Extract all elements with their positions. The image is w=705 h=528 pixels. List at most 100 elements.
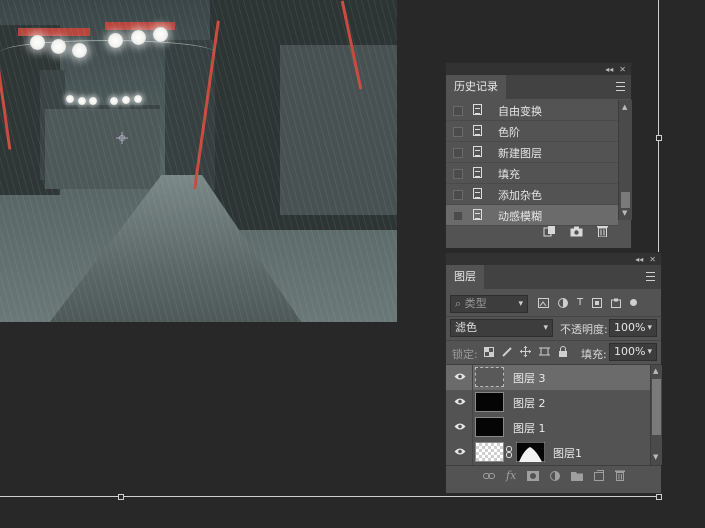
fill-state-icon (473, 167, 482, 178)
history-snapshot-checkbox[interactable] (453, 148, 463, 158)
scroll-up-icon[interactable]: ▲ (653, 367, 658, 375)
opacity-label: 不透明度: (560, 323, 608, 336)
camera-icon[interactable] (570, 226, 583, 237)
history-snapshot-checkbox[interactable] (453, 211, 463, 221)
layer-thumbnail (475, 392, 504, 412)
history-scrollbar[interactable]: ▲ ▼ (618, 100, 632, 220)
visibility-eye-icon[interactable] (454, 372, 466, 381)
layer-row[interactable]: 图层1 (446, 440, 651, 466)
history-item-label: 色阶 (498, 126, 520, 139)
history-item[interactable]: 添加杂色 (446, 184, 618, 205)
layer-name[interactable]: 图层 3 (513, 370, 546, 386)
history-item-label: 新建图层 (498, 147, 542, 160)
panel-menu-icon[interactable] (646, 272, 655, 281)
layer-name[interactable]: 图层 2 (513, 395, 546, 411)
folder-icon[interactable] (571, 471, 584, 481)
canvas-image[interactable] (0, 0, 397, 322)
scroll-up-icon[interactable]: ▲ (622, 103, 627, 111)
panel-menu-icon[interactable] (616, 82, 625, 91)
trash-icon[interactable] (597, 225, 608, 237)
filter-pixel-icon[interactable] (538, 297, 549, 308)
layer-thumbnail (475, 367, 504, 387)
history-state-icon (473, 104, 482, 115)
scroll-down-icon[interactable]: ▼ (622, 209, 627, 217)
layers-footer: fx (483, 469, 626, 482)
history-snapshot-checkbox[interactable] (453, 106, 463, 116)
lock-all-icon[interactable] (558, 346, 568, 357)
history-item-selected[interactable]: 动感模糊 (446, 205, 618, 226)
layer-row[interactable]: 图层 2 (446, 390, 651, 416)
layer-row[interactable]: 图层 1 (446, 415, 651, 441)
visibility-eye-icon[interactable] (454, 447, 466, 456)
mask-link-icon[interactable] (505, 446, 513, 458)
add-mask-icon[interactable] (527, 470, 540, 481)
layer-name[interactable]: 图层 1 (513, 420, 546, 436)
adjustment-layer-icon[interactable] (550, 470, 561, 481)
chevron-down-icon: ▾ (518, 299, 523, 309)
close-icon[interactable]: ✕ (619, 65, 626, 74)
visibility-eye-icon[interactable] (454, 422, 466, 431)
chevron-down-icon: ▾ (647, 323, 652, 333)
layers-panel-topbar: ◂◂ ✕ (446, 253, 661, 265)
lock-position-icon[interactable] (520, 346, 531, 357)
history-item-label: 添加杂色 (498, 189, 542, 202)
filter-shape-icon[interactable] (592, 297, 603, 308)
layers-tabbar: 图层 (446, 265, 661, 289)
tab-history[interactable]: 历史记录 (446, 75, 506, 99)
history-item-label: 填充 (498, 168, 520, 181)
history-panel-topbar: ◂◂ ✕ (446, 63, 631, 75)
layer-thumbnail (475, 417, 504, 437)
rain-overlay (0, 0, 397, 322)
transform-handle-bottom[interactable] (118, 494, 124, 500)
visibility-eye-icon[interactable] (454, 397, 466, 406)
filter-kind-label: 类型 (464, 297, 487, 310)
transform-bound-bottom (0, 496, 659, 497)
layers-scroll-thumb[interactable] (652, 379, 661, 435)
filter-smart-object-icon[interactable] (611, 298, 622, 308)
history-snapshot-checkbox[interactable] (453, 190, 463, 200)
chevron-down-icon: ▾ (543, 323, 548, 333)
lock-image-pixels-icon[interactable] (502, 346, 512, 357)
layer-row-selected[interactable]: 图层 3 (446, 365, 651, 391)
layer-thumbnail (475, 442, 504, 462)
transform-handle-right[interactable] (656, 135, 662, 141)
crosshair-icon (116, 132, 128, 144)
layer-mask-thumbnail[interactable] (516, 442, 545, 462)
history-state-icon (473, 209, 482, 220)
new-layer-icon[interactable] (594, 470, 605, 481)
lock-transparent-pixels-icon[interactable] (484, 346, 494, 357)
filter-type-icon[interactable]: T (577, 297, 583, 308)
history-footer (543, 225, 608, 237)
history-item[interactable]: 新建图层 (446, 142, 618, 163)
history-list: 自由变换 色阶 新建图层 填充 添加杂色 动感模糊 (446, 100, 618, 226)
history-snapshot-checkbox[interactable] (453, 127, 463, 137)
history-scroll-thumb[interactable] (621, 192, 630, 208)
blend-mode-select[interactable]: 滤色 ▾ (450, 319, 553, 337)
history-item-label: 动感模糊 (498, 210, 542, 223)
layer-name[interactable]: 图层1 (553, 445, 582, 461)
opacity-value: 100% (614, 321, 646, 334)
opacity-input[interactable]: 100% ▾ (609, 319, 657, 337)
trash-icon[interactable] (615, 470, 626, 481)
fill-label: 填充: (581, 348, 607, 361)
layer-filter-kind[interactable]: ⌕ 类型 ▾ (450, 295, 528, 313)
fill-input[interactable]: 100% ▾ (609, 343, 657, 361)
lock-icons (484, 346, 568, 357)
fx-icon[interactable]: fx (506, 469, 516, 482)
new-document-from-state-icon[interactable] (543, 225, 556, 237)
history-item[interactable]: 填充 (446, 163, 618, 184)
filter-toggle-icon[interactable] (630, 299, 638, 306)
close-icon[interactable]: ✕ (649, 255, 656, 264)
link-layers-icon[interactable] (483, 472, 495, 480)
history-item[interactable]: 自由变换 (446, 100, 618, 121)
collapse-icon[interactable]: ◂◂ (605, 65, 613, 74)
tab-layers[interactable]: 图层 (446, 265, 484, 289)
filter-adjustment-icon[interactable] (558, 297, 568, 308)
collapse-icon[interactable]: ◂◂ (635, 255, 643, 264)
layers-scrollbar[interactable]: ▲ ▼ (650, 365, 662, 465)
transform-handle-corner[interactable] (656, 494, 662, 500)
lock-artboard-icon[interactable] (539, 346, 550, 357)
history-item[interactable]: 色阶 (446, 121, 618, 142)
scroll-down-icon[interactable]: ▼ (653, 453, 658, 461)
history-snapshot-checkbox[interactable] (453, 169, 463, 179)
